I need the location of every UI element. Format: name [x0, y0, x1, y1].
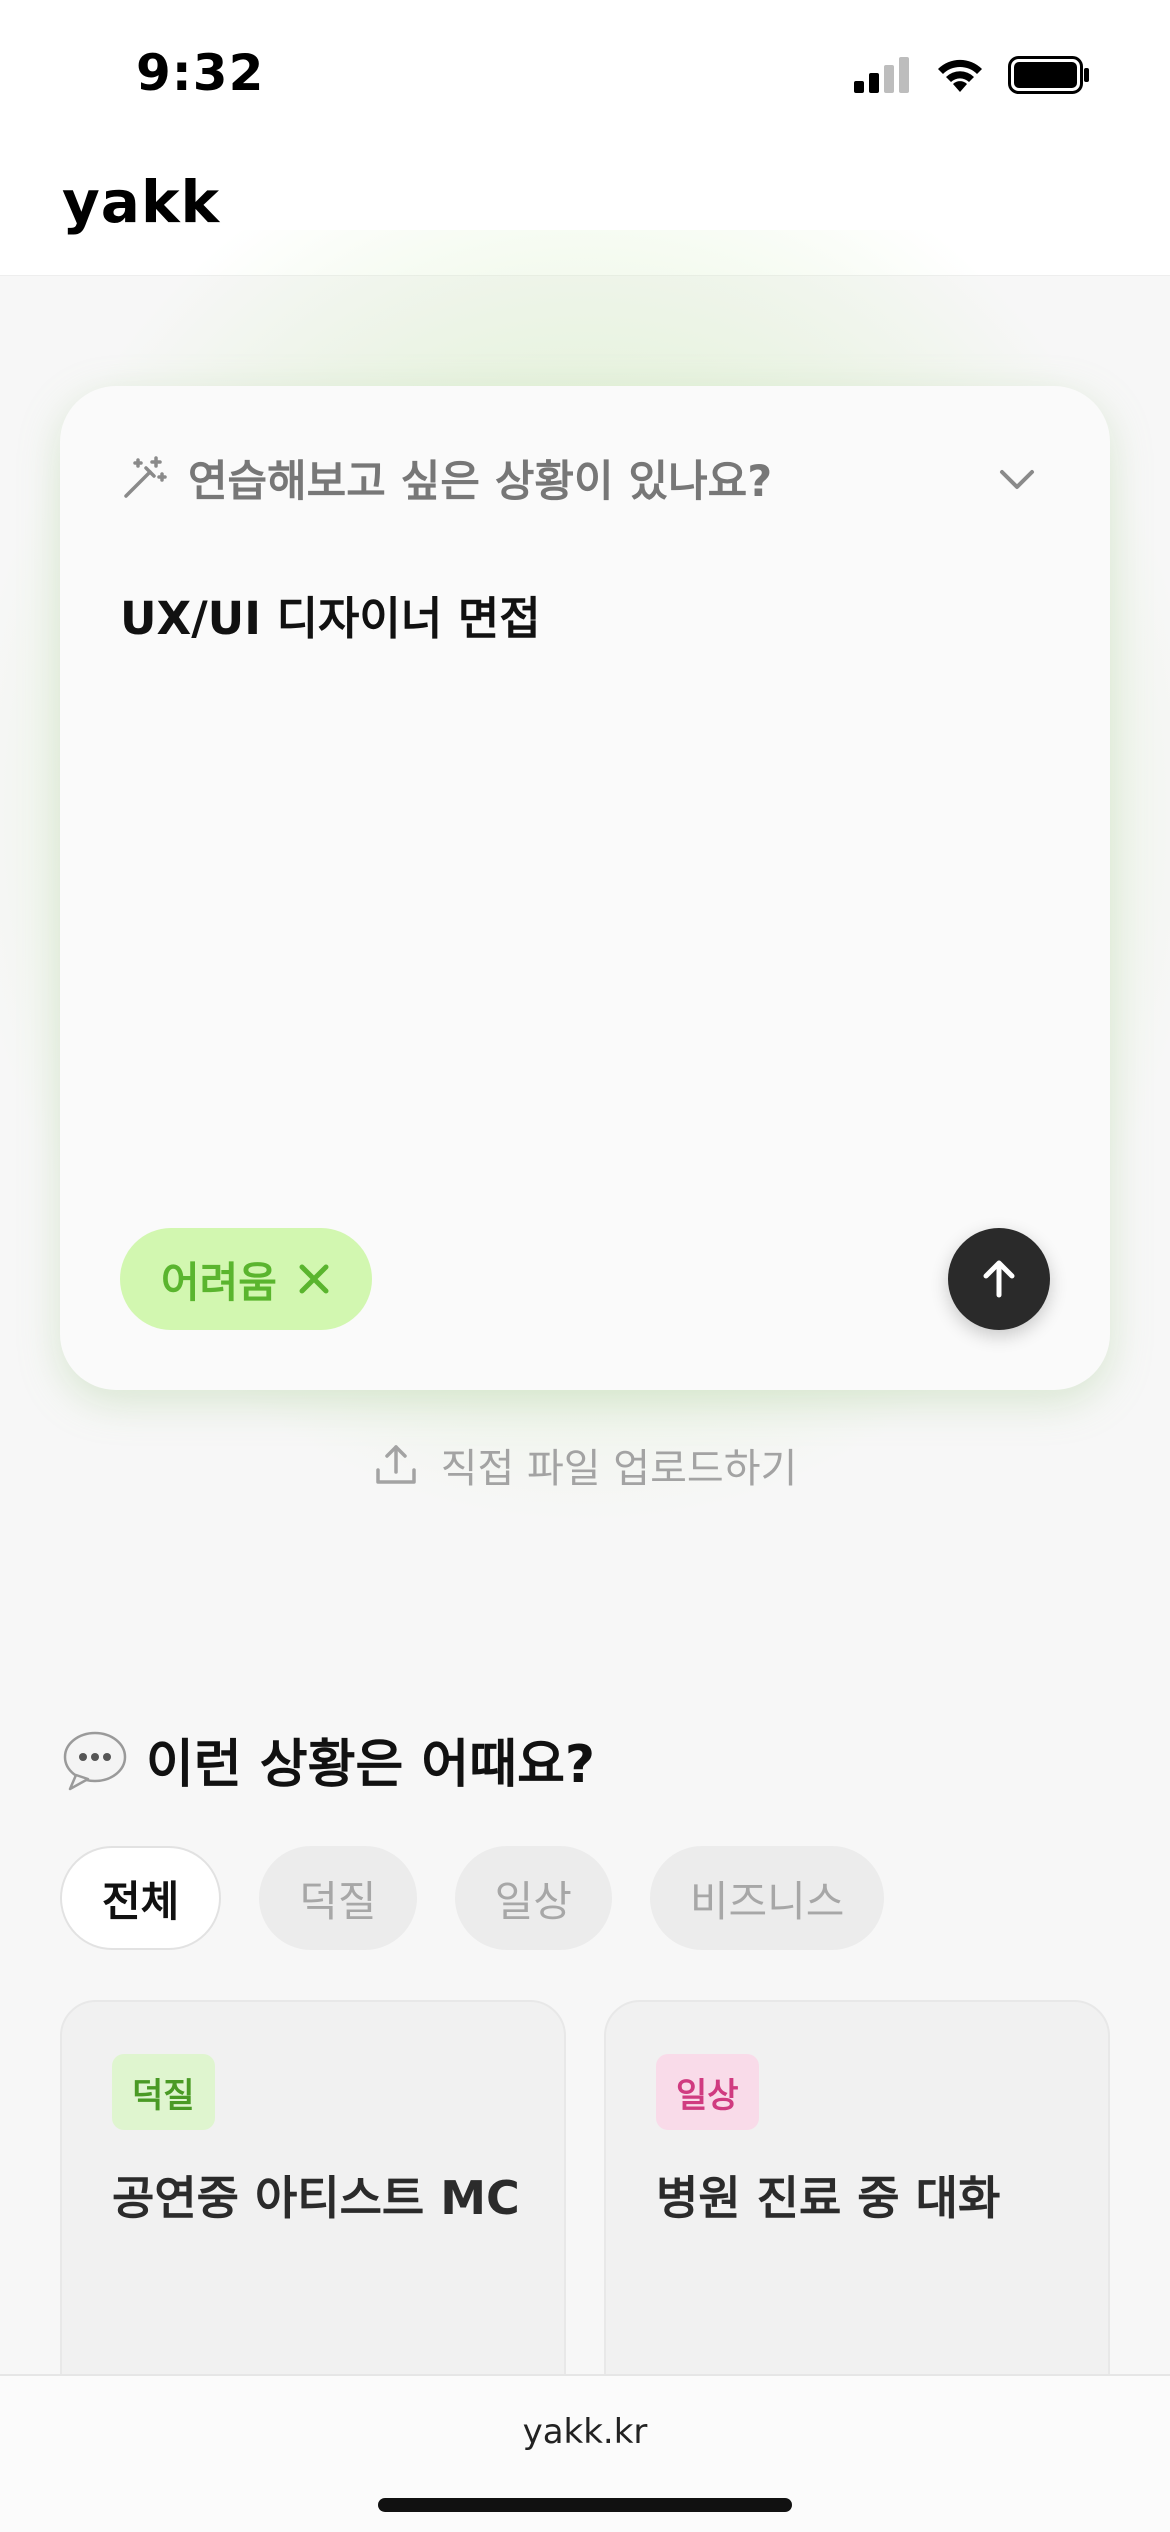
card-title: 공연중 아티스트 MC — [112, 2171, 520, 2225]
status-time: 9:32 — [136, 44, 265, 102]
tab-fandom[interactable]: 덕질 — [259, 1846, 417, 1950]
chevron-down-icon[interactable] — [994, 456, 1040, 502]
upload-label: 직접 파일 업로드하기 — [440, 1446, 798, 1492]
tab-all[interactable]: 전체 — [60, 1846, 222, 1950]
wifi-icon — [938, 59, 982, 92]
magic-wand-icon — [124, 456, 167, 498]
tab-business[interactable]: 비즈니스 — [649, 1846, 885, 1950]
file-upload-link[interactable]: 직접 파일 업로드하기 — [0, 1436, 1170, 1494]
prompt-title: 연습해보고 싶은 상황이 있나요? — [188, 457, 773, 507]
difficulty-chip[interactable]: 어려움 — [120, 1228, 372, 1330]
difficulty-label: 어려움 — [161, 1257, 277, 1307]
upload-icon — [375, 1445, 416, 1484]
scenario-input-text[interactable]: UX/UI 디자이너 면접 — [120, 582, 541, 647]
url-text[interactable]: yakk.kr — [0, 2412, 1170, 2452]
suggestions-header: 이런 상황은 어때요? — [62, 1722, 595, 1797]
browser-address-bar: yakk.kr — [0, 2374, 1170, 2532]
arrow-up-icon — [983, 1260, 1015, 1298]
app-logo[interactable]: yakk — [62, 168, 220, 236]
card-title: 병원 진료 중 대화 — [656, 2171, 1001, 2225]
prompt-header[interactable]: 연습해보고 싶은 상황이 있나요? — [120, 448, 1050, 508]
scenario-composer-card: 연습해보고 싶은 상황이 있나요? UX/UI 디자이너 면접 어려움 — [60, 386, 1110, 1390]
category-filter-tabs: 전체 덕질 일상 비즈니스 — [60, 1846, 885, 1950]
suggestions-title: 이런 상황은 어때요? — [146, 1735, 596, 1795]
home-indicator — [378, 2498, 792, 2512]
status-icons — [854, 56, 1090, 94]
speech-bubble-icon — [63, 1731, 127, 1790]
category-tag: 덕질 — [112, 2054, 215, 2130]
close-icon[interactable] — [297, 1262, 331, 1296]
battery-icon — [1008, 56, 1089, 94]
cellular-signal-icon — [854, 57, 909, 93]
tab-daily[interactable]: 일상 — [454, 1846, 612, 1950]
app-screen: 9:32 yakk 연습해보고 싶은 상황이 있나요? UX/UI 디자이너 면… — [0, 0, 1170, 2532]
status-bar: 9:32 — [0, 0, 1170, 140]
category-tag: 일상 — [656, 2054, 759, 2130]
submit-button[interactable] — [948, 1228, 1050, 1330]
